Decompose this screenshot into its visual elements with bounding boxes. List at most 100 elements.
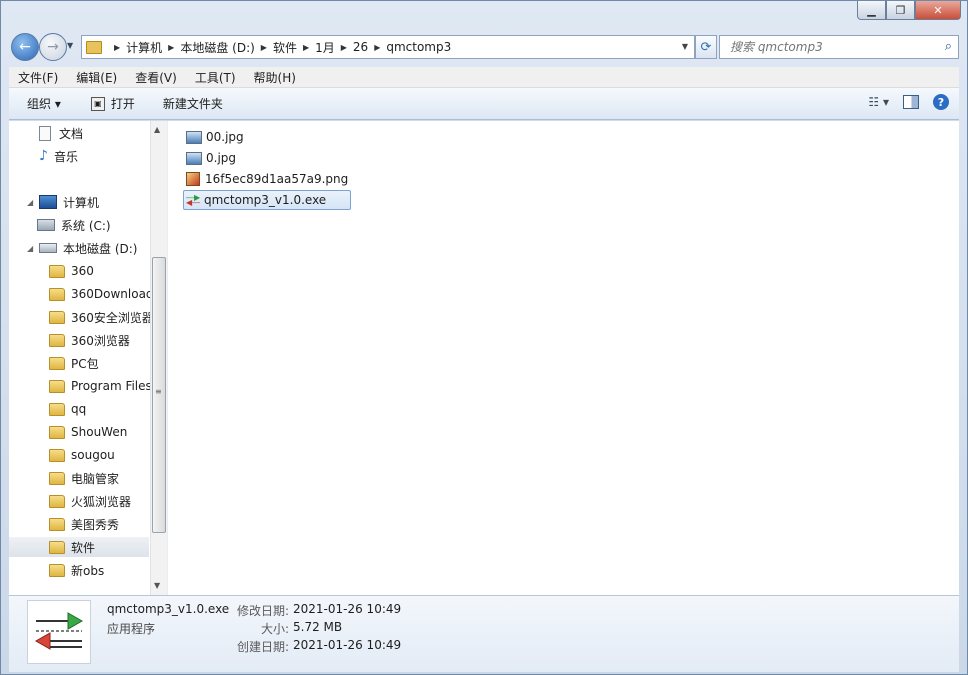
new-folder-button[interactable]: 新建文件夹 <box>145 88 233 119</box>
tree-item-label: 本地磁盘 (D:) <box>63 241 138 256</box>
search-input[interactable] <box>728 39 932 55</box>
menu-bar: 文件(F) 编辑(E) 查看(V) 工具(T) 帮助(H) <box>9 67 959 88</box>
expand-arrow-icon[interactable]: ◢ <box>27 244 37 253</box>
folder-icon <box>49 264 65 278</box>
details-modified-value: 2021-01-26 10:49 <box>293 602 402 616</box>
address-dropdown-icon[interactable]: ▼ <box>678 39 692 53</box>
command-bar-right: ☷ ▾ ? <box>868 94 949 110</box>
minimize-button[interactable]: ▁ <box>857 1 886 20</box>
tree-item-label: 音乐 <box>53 149 78 164</box>
folder-icon <box>49 425 65 439</box>
file-item[interactable]: 16f5ec89d1aa57a9.png <box>183 169 351 189</box>
chevron-right-icon[interactable]: ▶ <box>303 43 309 52</box>
tree-folder[interactable]: 360安全浏览器 <box>49 307 154 327</box>
breadcrumb-qmctomp3[interactable]: qmctomp3 <box>386 40 451 54</box>
tree-item-documents[interactable]: 文档 <box>39 123 83 143</box>
close-button[interactable]: ✕ <box>915 1 961 20</box>
breadcrumb-drive-d[interactable]: 本地磁盘 (D:) <box>180 39 254 56</box>
chevron-right-icon[interactable]: ▶ <box>168 43 174 52</box>
open-icon: ▣ <box>90 96 105 111</box>
tree-folder[interactable]: ShouWen <box>49 422 127 442</box>
menu-edit[interactable]: 编辑(E) <box>67 69 126 86</box>
folder-icon <box>49 402 65 416</box>
scroll-up-arrow-icon[interactable]: ▲ <box>154 125 160 134</box>
chevron-right-icon[interactable]: ▶ <box>114 43 120 52</box>
tree-folder[interactable]: 360Download <box>49 284 154 304</box>
breadcrumb-computer[interactable]: 计算机 <box>126 39 162 56</box>
menu-help[interactable]: 帮助(H) <box>245 69 305 86</box>
tree-folder[interactable]: Program Files <box>49 376 152 396</box>
change-view-icon[interactable]: ☷ ▾ <box>868 95 889 109</box>
file-item[interactable]: 00.jpg <box>183 127 351 147</box>
tree-item-label: 360Download <box>71 287 154 301</box>
address-bar[interactable]: ▶ 计算机 ▶ 本地磁盘 (D:) ▶ 软件 ▶ 1月 ▶ 26 ▶ qmcto… <box>81 35 695 59</box>
tree-item-label: 美图秀秀 <box>71 517 120 532</box>
disk-drive-icon <box>39 243 57 253</box>
back-arrow-icon: ← <box>19 39 31 55</box>
tree-item-label: 360浏览器 <box>71 333 130 348</box>
tree-item-label: sougou <box>71 448 115 462</box>
tree-scrollbar[interactable]: ▲ ≡ ▼ <box>150 121 167 595</box>
menu-tools[interactable]: 工具(T) <box>186 69 245 86</box>
tree-item-label: 文档 <box>59 126 84 141</box>
breadcrumb-january[interactable]: 1月 <box>315 39 335 56</box>
new-folder-label: 新建文件夹 <box>162 97 223 111</box>
breadcrumb-26[interactable]: 26 <box>353 40 368 54</box>
tree-item-label: 新obs <box>71 563 105 578</box>
search-box[interactable]: ⌕ <box>719 35 959 59</box>
folder-icon <box>86 40 102 54</box>
tree-item-drive-d[interactable]: ◢ 本地磁盘 (D:) <box>27 238 137 258</box>
scroll-down-arrow-icon[interactable]: ▼ <box>154 581 160 590</box>
forward-button[interactable]: → <box>39 33 67 61</box>
open-button[interactable]: ▣ 打开 <box>71 88 145 119</box>
tree-item-label: 火狐浏览器 <box>71 494 132 509</box>
preview-pane-icon[interactable] <box>903 95 919 109</box>
tree-item-label: 电脑管家 <box>71 471 120 486</box>
image-file-icon <box>186 151 202 165</box>
tree-folder[interactable]: qq <box>49 399 86 419</box>
folder-icon <box>49 471 65 485</box>
maximize-button[interactable]: ❐ <box>886 1 915 20</box>
tree-folder[interactable]: PC包 <box>49 353 99 373</box>
tree-item-drive-c[interactable]: 系统 (C:) <box>37 215 111 235</box>
forward-arrow-icon: → <box>47 39 59 55</box>
tree-folder[interactable]: 360 <box>49 261 94 281</box>
back-button[interactable]: ← <box>11 33 39 61</box>
tree-folder[interactable]: 新obs <box>49 560 104 580</box>
expand-arrow-icon[interactable]: ◢ <box>27 198 37 207</box>
tree-folder[interactable]: 美图秀秀 <box>49 514 119 534</box>
pane-divider[interactable] <box>167 121 168 595</box>
file-item-selected[interactable]: ―▶ ◀― qmctomp3_v1.0.exe <box>183 190 352 210</box>
tree-folder[interactable]: 电脑管家 <box>49 468 119 488</box>
refresh-button[interactable]: ⟳ <box>695 35 717 59</box>
file-item[interactable]: 0.jpg <box>183 148 351 168</box>
music-note-icon: ♪ <box>39 148 48 164</box>
file-list: 00.jpg 0.jpg 16f5ec89d1aa57a9.png ―▶ ◀― q… <box>183 127 352 211</box>
tree-folder-selected[interactable]: 软件 <box>9 537 149 557</box>
tree-item-label: 360安全浏览器 <box>71 310 154 325</box>
tree-folder[interactable]: 火狐浏览器 <box>49 491 131 511</box>
chevron-right-icon[interactable]: ▶ <box>374 43 380 52</box>
tree-folder[interactable]: sougou <box>49 445 115 465</box>
help-icon[interactable]: ? <box>933 94 949 110</box>
history-dropdown-icon[interactable]: ▼ <box>67 41 73 50</box>
breadcrumb-software[interactable]: 软件 <box>273 39 297 56</box>
tree-item-computer[interactable]: ◢ 计算机 <box>27 192 99 212</box>
search-icon[interactable]: ⌕ <box>945 39 952 54</box>
file-name: 16f5ec89d1aa57a9.png <box>205 172 349 186</box>
file-name: 00.jpg <box>206 130 244 144</box>
details-size-value: 5.72 MB <box>293 620 343 634</box>
organize-button[interactable]: 组织 ▾ <box>9 88 71 119</box>
tree-folder[interactable]: 360浏览器 <box>49 330 130 350</box>
chevron-right-icon[interactable]: ▶ <box>341 43 347 52</box>
menu-view[interactable]: 查看(V) <box>126 69 186 86</box>
menu-file[interactable]: 文件(F) <box>9 69 67 86</box>
exe-arrows-icon <box>27 600 91 664</box>
open-label: 打开 <box>110 97 135 111</box>
folder-icon <box>49 356 65 370</box>
folder-icon <box>49 287 65 301</box>
tree-item-music[interactable]: ♪ 音乐 <box>39 146 78 166</box>
chevron-right-icon[interactable]: ▶ <box>261 43 267 52</box>
tree-item-label: 计算机 <box>63 195 100 210</box>
navigation-pane: 文档 ♪ 音乐 ◢ 计算机 系统 (C:) ◢ 本地磁盘 (D:) 360 36… <box>9 121 155 595</box>
